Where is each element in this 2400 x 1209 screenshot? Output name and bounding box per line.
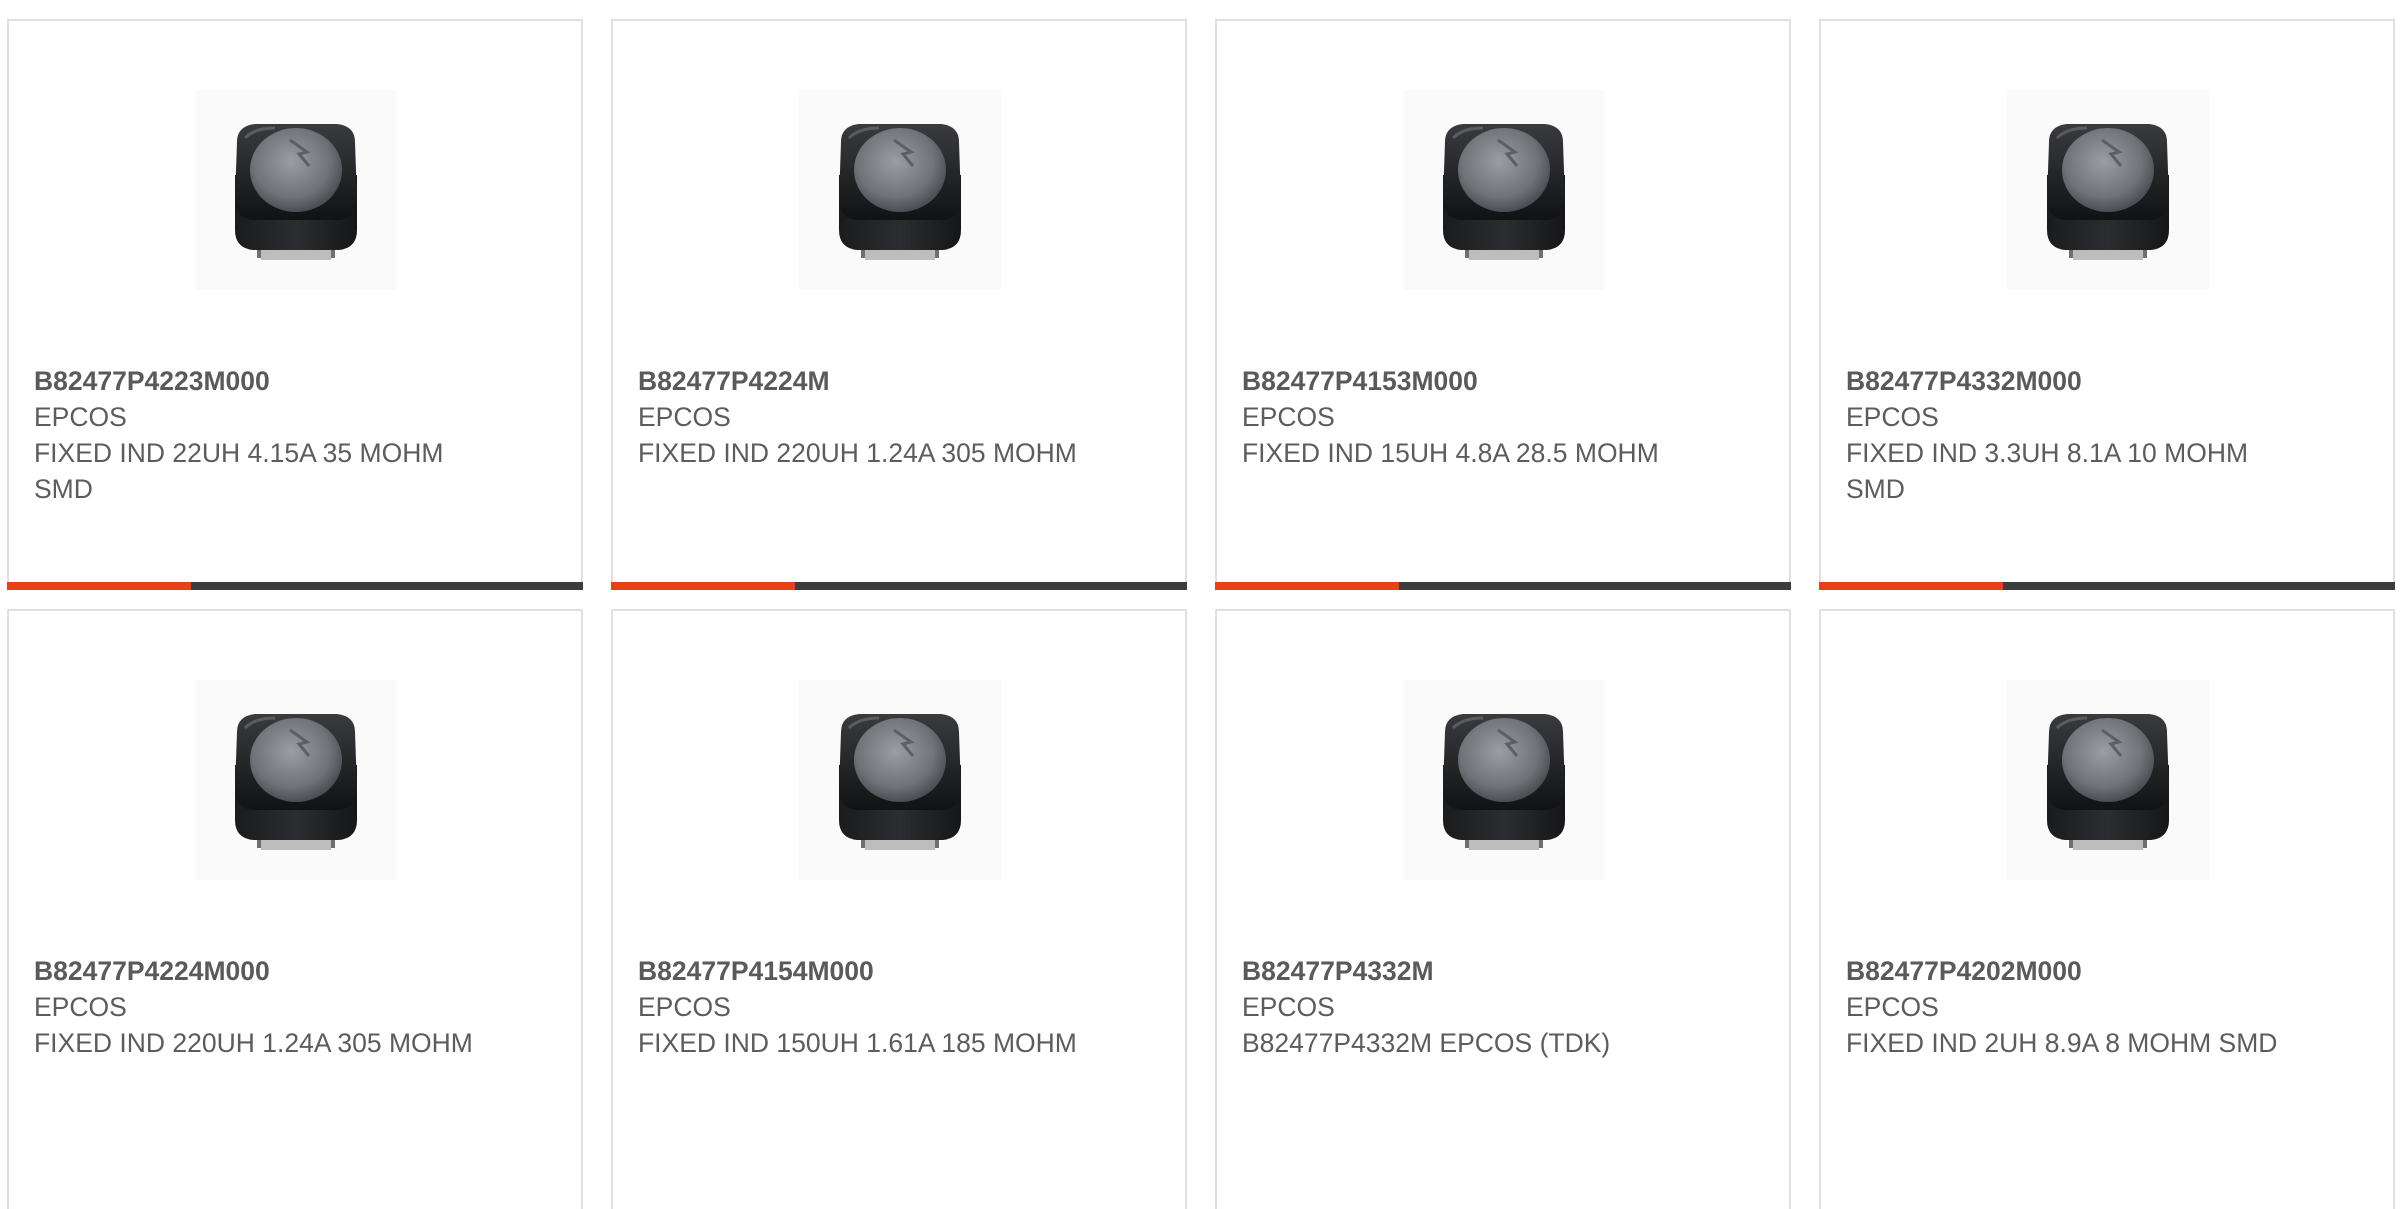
product-card[interactable]: B82477P4202M000 EPCOS FIXED IND 2UH 8.9A… [1819,609,2395,1209]
card-accent-bar [1215,582,1399,590]
manufacturer: EPCOS [1846,992,1939,1022]
inductor-image[interactable] [1403,680,1605,880]
manufacturer: EPCOS [1242,992,1335,1022]
card-accent-bar [7,582,191,590]
description: B82477P4332M EPCOS (TDK) [1242,1028,1611,1058]
card-bottom-bar [611,582,1187,590]
part-number[interactable]: B82477P4224M [638,363,1078,399]
inductor-image[interactable] [799,680,1001,880]
description: FIXED IND 22UH 4.15A 35 MOHM SMD [34,438,444,504]
description: FIXED IND 3.3UH 8.1A 10 MOHM SMD [1846,438,2249,504]
product-info: B82477P4202M000 EPCOS FIXED IND 2UH 8.9A… [1846,953,2286,1061]
product-card[interactable]: B82477P4224M EPCOS FIXED IND 220UH 1.24A… [611,19,1187,590]
product-card[interactable]: B82477P4332M EPCOS B82477P4332M EPCOS (T… [1215,609,1791,1209]
inductor-image[interactable] [2007,680,2209,880]
product-info: B82477P4224M EPCOS FIXED IND 220UH 1.24A… [638,363,1078,471]
part-number[interactable]: B82477P4153M000 [1242,363,1682,399]
part-number[interactable]: B82477P4332M [1242,953,1682,989]
card-accent-bar [611,582,795,590]
part-number[interactable]: B82477P4332M000 [1846,363,2286,399]
manufacturer: EPCOS [1242,402,1335,432]
part-number[interactable]: B82477P4202M000 [1846,953,2286,989]
product-info: B82477P4332M EPCOS B82477P4332M EPCOS (T… [1242,953,1682,1061]
product-info: B82477P4332M000 EPCOS FIXED IND 3.3UH 8.… [1846,363,2286,507]
product-card[interactable]: B82477P4223M000 EPCOS FIXED IND 22UH 4.1… [7,19,583,590]
card-bottom-bar [1819,582,2395,590]
description: FIXED IND 2UH 8.9A 8 MOHM SMD [1846,1028,2278,1058]
part-number[interactable]: B82477P4223M000 [34,363,474,399]
manufacturer: EPCOS [1846,402,1939,432]
description: FIXED IND 220UH 1.24A 305 MOHM [34,1028,473,1058]
product-card[interactable]: B82477P4153M000 EPCOS FIXED IND 15UH 4.8… [1215,19,1791,590]
card-bottom-bar [1215,582,1791,590]
inductor-image[interactable] [799,90,1001,290]
card-accent-bar [1819,582,2003,590]
part-number[interactable]: B82477P4224M000 [34,953,474,989]
manufacturer: EPCOS [34,402,127,432]
product-grid: B82477P4223M000 EPCOS FIXED IND 22UH 4.1… [0,0,2400,1209]
description: FIXED IND 220UH 1.24A 305 MOHM [638,438,1077,468]
product-info: B82477P4223M000 EPCOS FIXED IND 22UH 4.1… [34,363,474,507]
product-info: B82477P4154M000 EPCOS FIXED IND 150UH 1.… [638,953,1078,1061]
product-info: B82477P4153M000 EPCOS FIXED IND 15UH 4.8… [1242,363,1682,471]
part-number[interactable]: B82477P4154M000 [638,953,1078,989]
inductor-image[interactable] [195,90,397,290]
manufacturer: EPCOS [638,992,731,1022]
product-card[interactable]: B82477P4154M000 EPCOS FIXED IND 150UH 1.… [611,609,1187,1209]
product-card[interactable]: B82477P4224M000 EPCOS FIXED IND 220UH 1.… [7,609,583,1209]
manufacturer: EPCOS [34,992,127,1022]
inductor-image[interactable] [195,680,397,880]
card-bottom-bar [7,582,583,590]
inductor-image[interactable] [1403,90,1605,290]
description: FIXED IND 15UH 4.8A 28.5 MOHM [1242,438,1659,468]
product-info: B82477P4224M000 EPCOS FIXED IND 220UH 1.… [34,953,474,1061]
product-card[interactable]: B82477P4332M000 EPCOS FIXED IND 3.3UH 8.… [1819,19,2395,590]
description: FIXED IND 150UH 1.61A 185 MOHM [638,1028,1077,1058]
manufacturer: EPCOS [638,402,731,432]
inductor-image[interactable] [2007,90,2209,290]
